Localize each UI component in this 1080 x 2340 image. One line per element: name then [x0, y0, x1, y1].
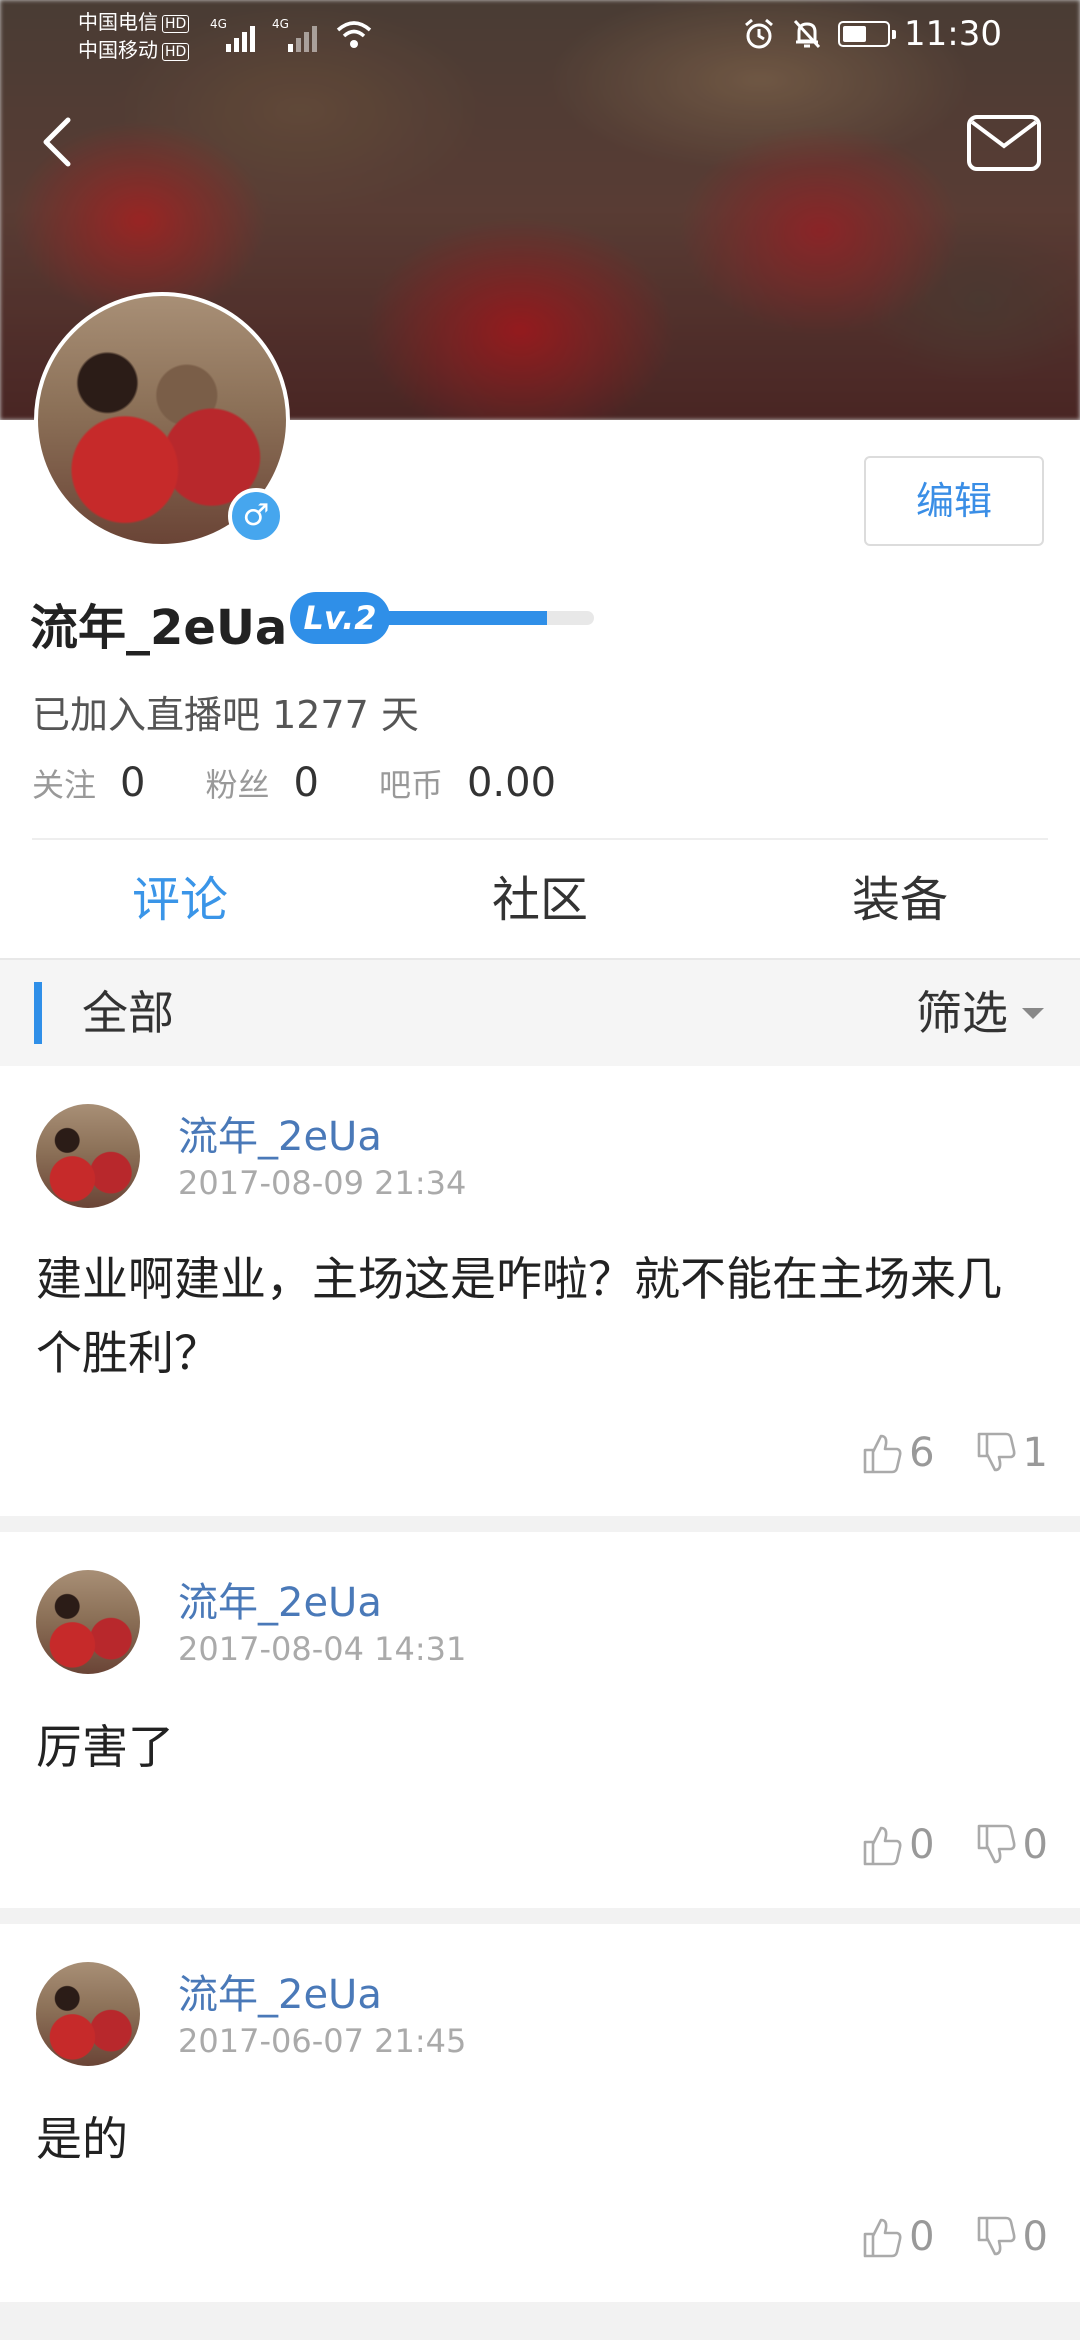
hd-badge: HD — [162, 42, 190, 61]
section-accent — [34, 982, 42, 1044]
comment-item[interactable]: 流年_2eUa 2017-08-04 14:31 厉害了 0 0 — [0, 1532, 1080, 1908]
clock: 11:30 — [904, 14, 1002, 54]
thumbs-down-icon — [977, 2216, 1016, 2256]
carrier-info: 中国电信 HD 中国移动 HD — [78, 8, 190, 64]
dislike-button[interactable]: 0 — [973, 1822, 1048, 1868]
carrier-2: 中国移动 — [78, 38, 158, 62]
comment-votes: 0 0 — [859, 2214, 1048, 2260]
back-chevron-icon[interactable] — [34, 112, 78, 172]
comment-time: 2017-08-09 21:34 — [178, 1164, 467, 1202]
comment-avatar[interactable] — [36, 1104, 140, 1208]
coins-value: 0.00 — [466, 760, 557, 806]
coins-label: 吧币 — [378, 766, 443, 804]
filter-dropdown[interactable]: 筛选 — [916, 982, 1044, 1044]
comment-votes: 0 0 — [859, 1822, 1048, 1868]
comment-item[interactable]: 流年_2eUa 2017-06-07 21:45 是的 0 0 — [0, 1924, 1080, 2302]
tab-comments[interactable]: 评论 — [0, 842, 360, 958]
dislike-count: 1 — [1022, 1430, 1048, 1476]
dislike-button[interactable]: 1 — [973, 1430, 1048, 1476]
thumbs-up-icon — [863, 1826, 902, 1866]
divider — [32, 838, 1048, 840]
edit-profile-button[interactable]: 编辑 — [864, 456, 1044, 546]
comment-avatar[interactable] — [36, 1962, 140, 2066]
wifi-icon — [336, 21, 372, 48]
comment-votes: 6 1 — [859, 1430, 1048, 1476]
hd-badge: HD — [162, 14, 190, 33]
signal-icon-2: 4G — [272, 17, 317, 52]
following-count[interactable]: 0 — [120, 760, 145, 806]
comment-author[interactable]: 流年_2eUa — [178, 1104, 382, 1162]
tab-equipment[interactable]: 装备 — [720, 842, 1080, 958]
comment-item[interactable]: 流年_2eUa 2017-08-09 21:34 建业啊建业，主场这是咋啦？就不… — [0, 1066, 1080, 1516]
like-button[interactable]: 0 — [859, 1822, 935, 1868]
battery-icon — [838, 21, 897, 47]
comment-separator — [0, 2302, 1080, 2340]
alarm-icon — [745, 18, 773, 49]
carrier-1: 中国电信 — [78, 10, 158, 34]
comment-author[interactable]: 流年_2eUa — [178, 1570, 382, 1628]
thumbs-down-icon — [977, 1824, 1016, 1864]
dislike-button[interactable]: 0 — [973, 2214, 1048, 2260]
comment-author[interactable]: 流年_2eUa — [178, 1962, 382, 2020]
level-badge: Lv.2 — [290, 592, 390, 644]
comment-avatar[interactable] — [36, 1570, 140, 1674]
followers-label: 粉丝 — [205, 766, 270, 804]
dislike-count: 0 — [1022, 2214, 1048, 2260]
signal-icon: 4G — [210, 17, 255, 52]
status-bar: 中国电信 HD 中国移动 HD 4G 4G 11:30 — [0, 0, 1080, 76]
comment-text: 建业啊建业，主场这是咋啦？就不能在主场来几个胜利？ — [36, 1252, 1002, 1380]
comment-text: 厉害了 — [36, 1720, 174, 1774]
filter-bar: 全部 筛选 — [0, 960, 1080, 1066]
like-count: 6 — [909, 1430, 935, 1476]
comment-time: 2017-08-04 14:31 — [178, 1630, 467, 1668]
mute-bell-icon — [793, 19, 821, 49]
comment-time: 2017-06-07 21:45 — [178, 2022, 467, 2060]
thumbs-up-icon — [863, 2218, 902, 2258]
comment-text: 是的 — [36, 2112, 128, 2166]
level-progress-bar — [380, 611, 594, 625]
like-count: 0 — [909, 1822, 935, 1868]
tab-community[interactable]: 社区 — [360, 842, 720, 958]
username: 流年_2eUa — [30, 600, 288, 656]
profile-stats: 关注 0 粉丝 0 吧币 0.00 — [32, 760, 616, 810]
comment-separator — [0, 1516, 1080, 1532]
dislike-count: 0 — [1022, 1822, 1048, 1868]
like-button[interactable]: 0 — [859, 2214, 935, 2260]
envelope-icon[interactable] — [966, 114, 1042, 172]
like-button[interactable]: 6 — [859, 1430, 935, 1476]
like-count: 0 — [909, 2214, 935, 2260]
profile-tabs: 评论 社区 装备 — [0, 842, 1080, 958]
joined-days: 已加入直播吧 1277 天 — [32, 693, 419, 737]
caret-down-icon — [1022, 1007, 1044, 1019]
comment-separator — [0, 1908, 1080, 1924]
thumbs-down-icon — [977, 1432, 1016, 1472]
svg-text:4G: 4G — [272, 17, 289, 31]
status-right: 11:30 — [742, 14, 1002, 54]
filter-title: 全部 — [82, 986, 174, 1040]
followers-count[interactable]: 0 — [293, 760, 318, 806]
thumbs-up-icon — [863, 1434, 902, 1474]
following-label: 关注 — [32, 766, 97, 804]
filter-label: 筛选 — [916, 986, 1008, 1040]
svg-text:4G: 4G — [210, 17, 227, 31]
male-gender-icon: ♂ — [228, 488, 284, 544]
